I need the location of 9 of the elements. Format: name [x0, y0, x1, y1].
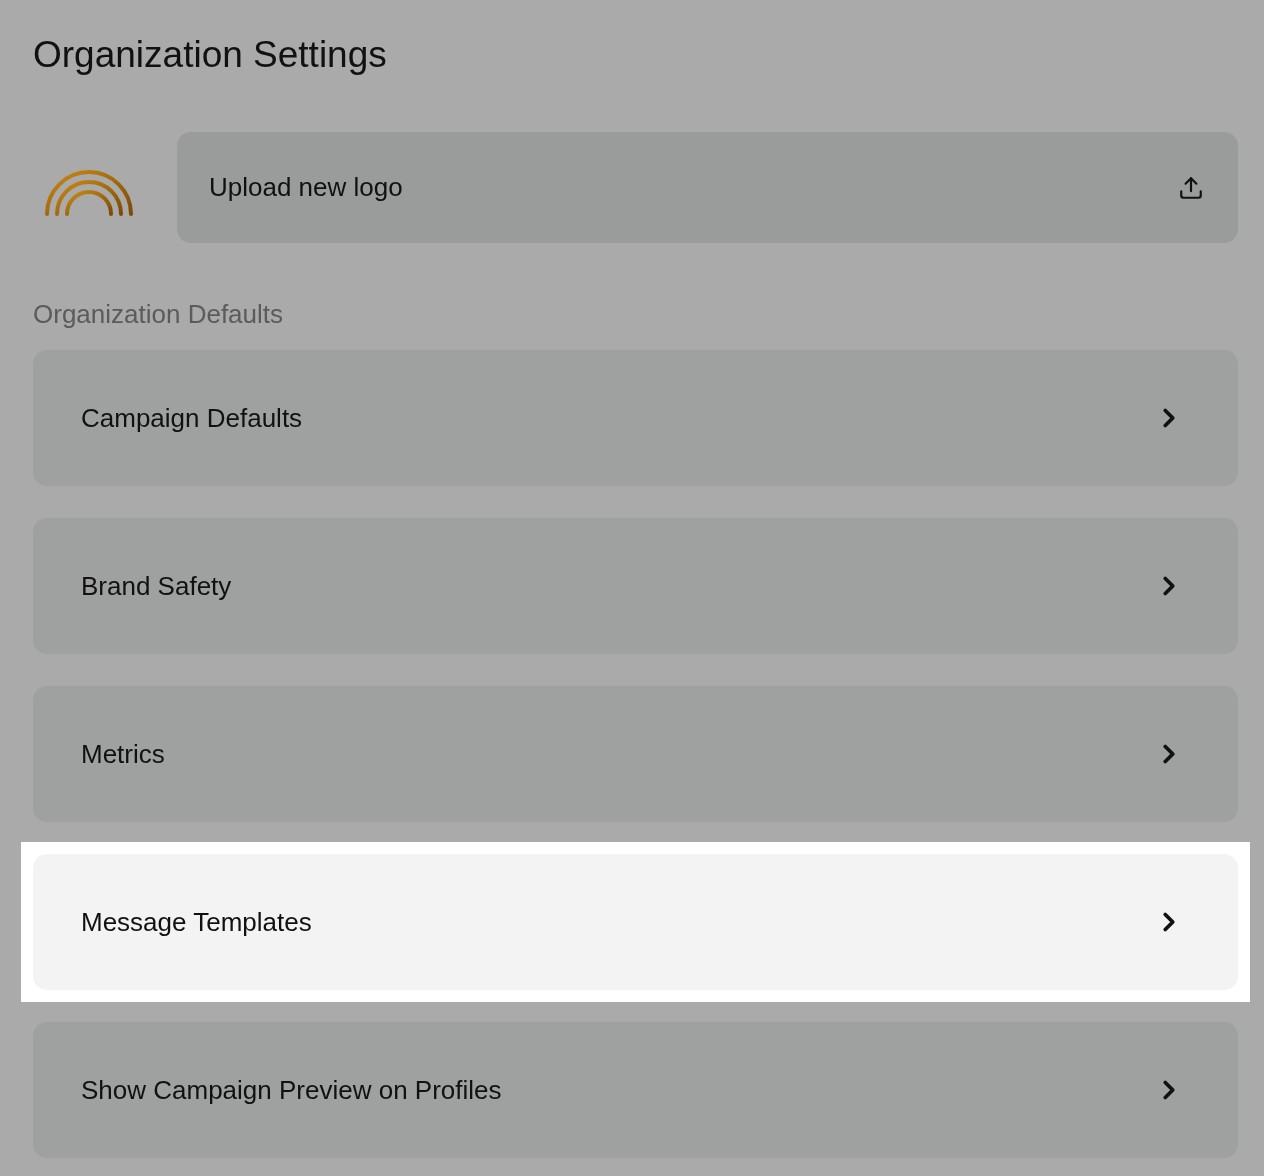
settings-item[interactable]: Brand Safety: [33, 518, 1238, 654]
settings-item[interactable]: Metrics: [33, 686, 1238, 822]
page-title: Organization Settings: [33, 33, 388, 77]
upload-icon: [1178, 174, 1204, 201]
settings-item[interactable]: Show Campaign Preview on Profiles: [33, 1022, 1238, 1158]
settings-item[interactable]: Campaign Defaults: [33, 350, 1238, 486]
settings-item[interactable]: Message Templates: [33, 854, 1238, 990]
section-title: Organization Defaults: [33, 298, 285, 330]
upload-logo-button[interactable]: Upload new logo: [177, 132, 1238, 243]
